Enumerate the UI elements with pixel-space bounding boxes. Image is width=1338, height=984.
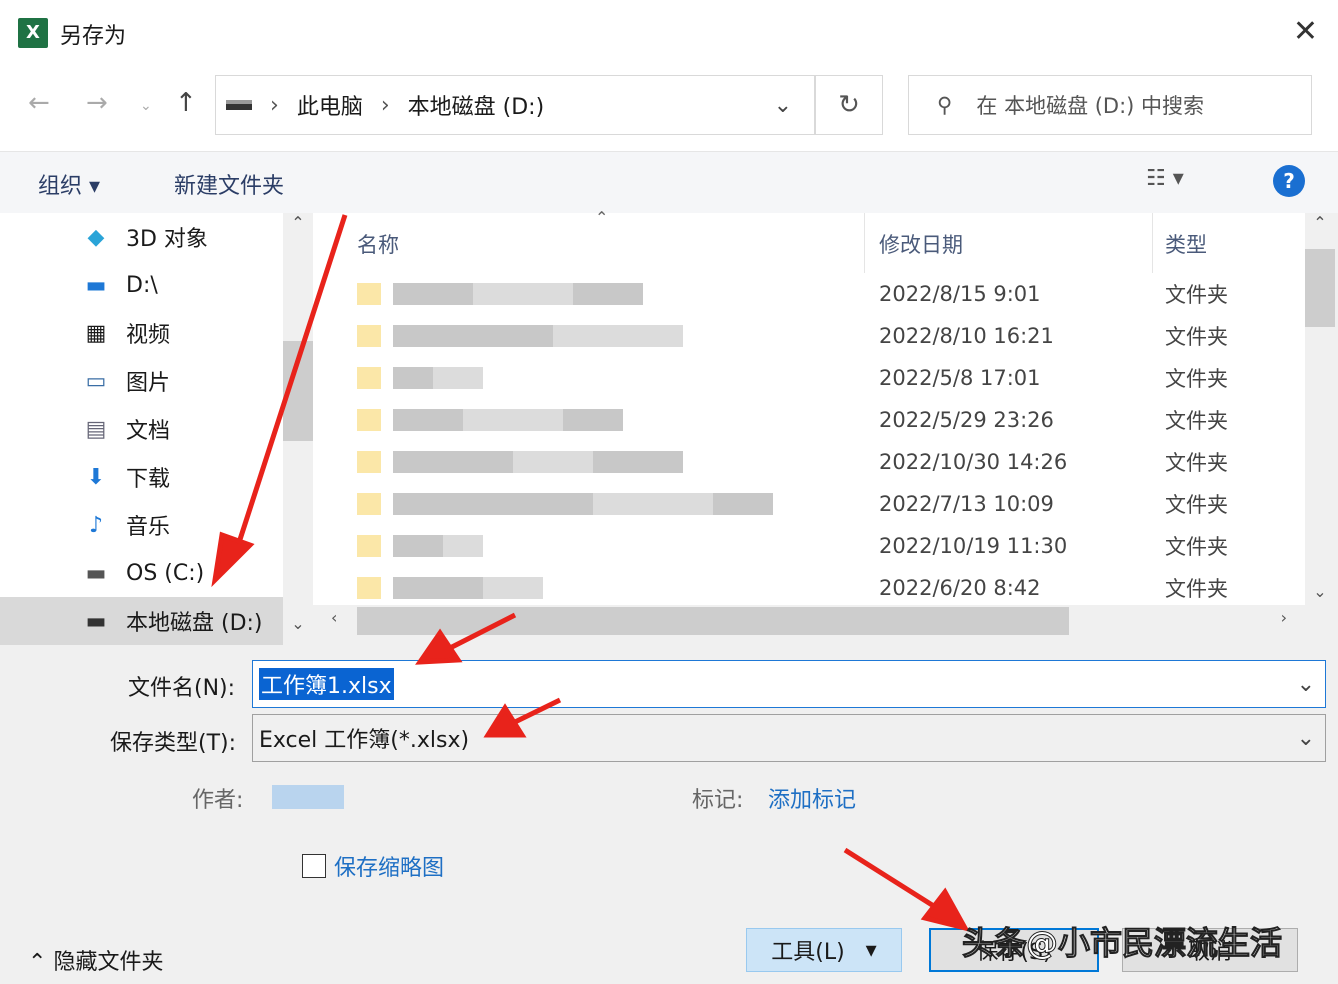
- annotation-arrows: [0, 0, 1338, 984]
- watermark: 头条@小市民漂流生活: [962, 918, 1282, 964]
